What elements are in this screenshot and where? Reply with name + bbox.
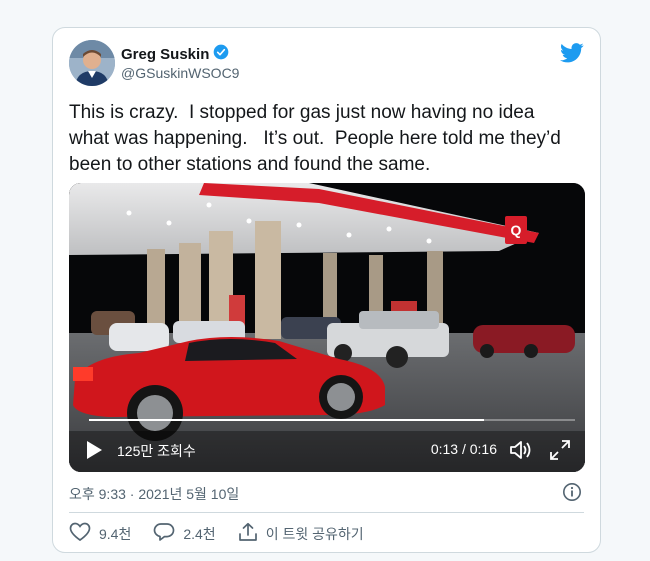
author-name[interactable]: Greg Suskin: [121, 46, 209, 63]
tweet-card: Greg Suskin @GSuskinWSOC9 This is crazy.…: [52, 27, 601, 553]
verified-badge-icon: [213, 44, 229, 65]
video-controls: 125만 조회수 0:13 / 0:16: [69, 428, 585, 472]
play-icon[interactable]: [84, 439, 104, 466]
video-progress-bar[interactable]: [89, 419, 575, 421]
view-count: 125만 조회수: [117, 443, 196, 459]
divider: [69, 512, 584, 513]
tweet-timestamp[interactable]: 오후 9:33 · 2021년 5월 10일: [69, 484, 239, 504]
twitter-bird-icon[interactable]: [560, 43, 584, 63]
fullscreen-icon[interactable]: [549, 439, 571, 466]
author-row: Greg Suskin: [121, 44, 229, 65]
heart-icon: [69, 522, 91, 545]
author-handle[interactable]: @GSuskinWSOC9: [121, 65, 239, 81]
like-count: 9.4천: [99, 525, 132, 542]
share-label: 이 트윗 공유하기: [265, 525, 364, 542]
share-icon: [238, 522, 258, 545]
reply-icon: [153, 522, 175, 545]
info-icon[interactable]: [562, 482, 582, 507]
svg-text:Q: Q: [511, 222, 522, 238]
avatar[interactable]: [69, 40, 115, 86]
video-player[interactable]: Q 125만 조회수 0:13 / 0:16: [69, 183, 585, 472]
volume-icon[interactable]: [509, 439, 533, 466]
video-progress-fill: [89, 419, 484, 421]
action-bar: 9.4천 2.4천 이 트윗 공유하기: [69, 522, 386, 545]
share-button[interactable]: 이 트윗 공유하기: [238, 522, 364, 545]
like-button[interactable]: 9.4천: [69, 522, 131, 545]
tweet-text: This is crazy. I stopped for gas just no…: [69, 102, 567, 175]
reply-count: 2.4천: [183, 525, 216, 542]
reply-button[interactable]: 2.4천: [153, 522, 216, 545]
video-time: 0:13 / 0:16: [430, 441, 497, 457]
